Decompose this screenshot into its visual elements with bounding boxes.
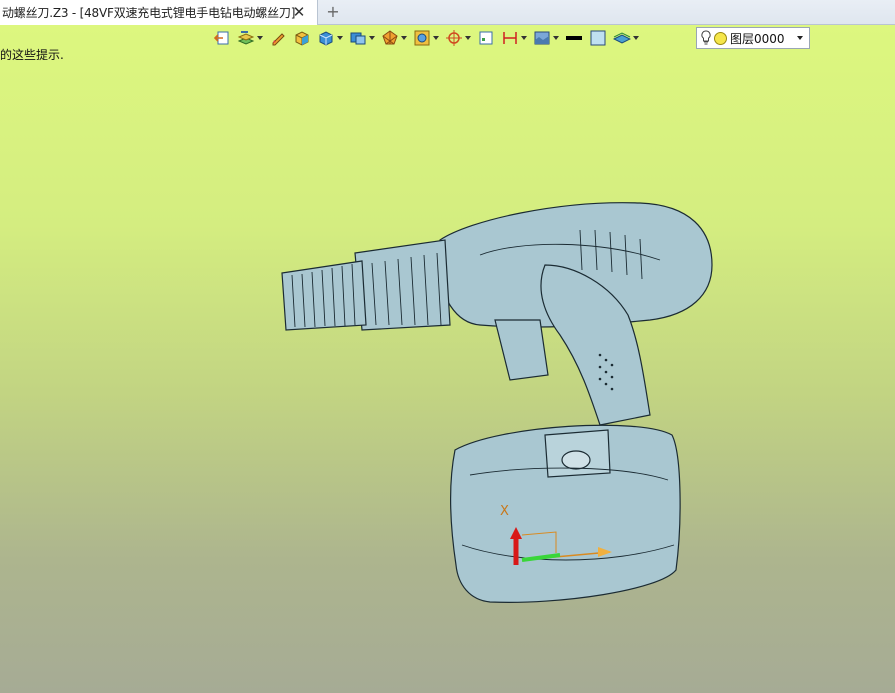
drill-model[interactable]: X — [0, 25, 895, 693]
document-tab-title: 动螺丝刀.Z3 - [48VF双速充电式锂电手电钻电动螺丝刀] — [2, 6, 296, 20]
close-tab-icon[interactable]: ✕ — [292, 5, 306, 20]
document-tab-bar: 动螺丝刀.Z3 - [48VF双速充电式锂电手电钻电动螺丝刀] ✕ + — [0, 0, 895, 25]
document-tab[interactable]: 动螺丝刀.Z3 - [48VF双速充电式锂电手电钻电动螺丝刀] — [0, 0, 318, 25]
3d-viewport[interactable]: 的这些提示. 图层0000 X — [0, 25, 895, 693]
trigger — [494, 319, 549, 381]
chuck-collar — [354, 239, 451, 331]
add-tab-icon[interactable]: + — [324, 2, 342, 22]
axis-x-label: X — [500, 504, 509, 519]
